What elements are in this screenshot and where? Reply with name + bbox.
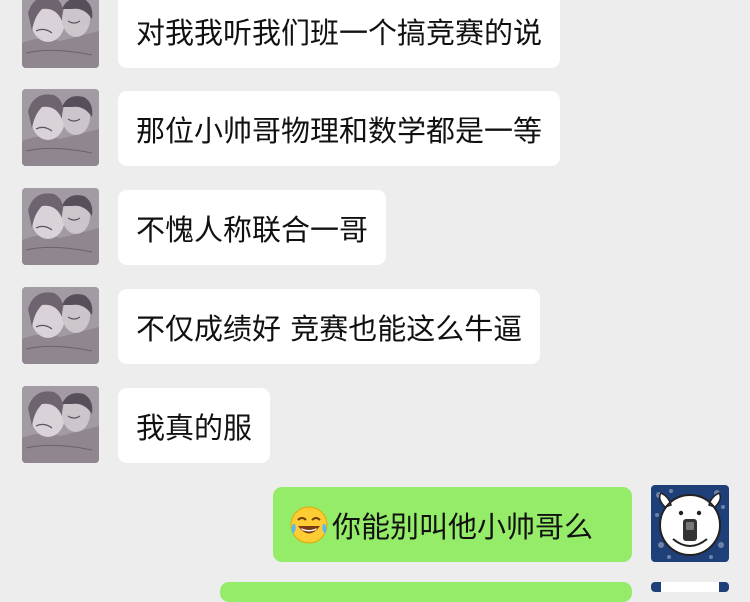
incoming-message-bubble[interactable]: 我真的服 [118, 388, 271, 463]
outgoing-message-bubble[interactable] [220, 582, 632, 602]
my-avatar[interactable] [651, 485, 729, 562]
sketch-couple-avatar-icon [22, 0, 99, 68]
incoming-message-bubble[interactable]: 不愧人称联合一哥 [118, 190, 387, 265]
message-text: 我真的服 [136, 410, 253, 445]
cartoon-cow-avatar-icon [651, 582, 729, 592]
message-text: 那位小帅哥物理和数学都是一等 [136, 113, 543, 148]
cartoon-cow-avatar-icon [651, 485, 729, 562]
sketch-couple-avatar-icon [22, 386, 99, 463]
face-with-tears-of-joy-icon [289, 505, 329, 545]
contact-avatar[interactable] [22, 188, 99, 265]
incoming-message-bubble[interactable]: 那位小帅哥物理和数学都是一等 [118, 91, 561, 166]
sketch-couple-avatar-icon [22, 287, 99, 364]
message-text: 不仅成绩好 竞赛也能这么牛逼 [136, 311, 523, 346]
sketch-couple-avatar-icon [22, 89, 99, 166]
contact-avatar[interactable] [22, 287, 99, 364]
incoming-message-bubble[interactable]: 不仅成绩好 竞赛也能这么牛逼 [118, 289, 541, 364]
my-avatar[interactable] [651, 582, 729, 592]
contact-avatar[interactable] [22, 0, 99, 68]
message-text: 你能别叫他小帅哥么 [332, 509, 594, 544]
message-text: 不愧人称联合一哥 [136, 212, 369, 247]
outgoing-message-bubble[interactable]: 你能别叫他小帅哥么 [273, 487, 632, 562]
incoming-message-bubble[interactable]: 对我我听我们班一个搞竞赛的说 [118, 0, 561, 68]
contact-avatar[interactable] [22, 89, 99, 166]
chat-message-list[interactable]: 对我我听我们班一个搞竞赛的说 那位小帅哥物理和数学都是一等 不愧人称联合一哥 不… [0, 0, 750, 602]
contact-avatar[interactable] [22, 386, 99, 463]
sketch-couple-avatar-icon [22, 188, 99, 265]
message-text: 对我我听我们班一个搞竞赛的说 [136, 15, 543, 50]
